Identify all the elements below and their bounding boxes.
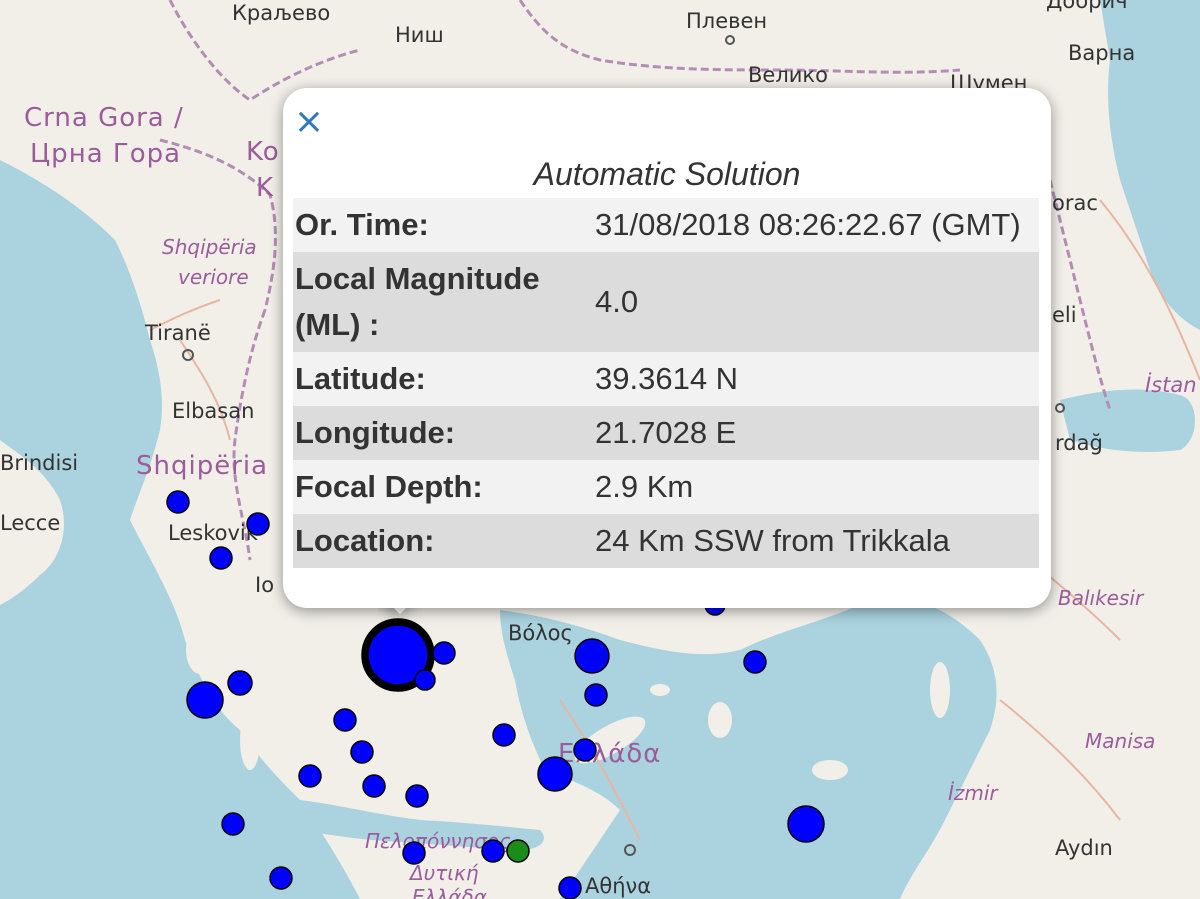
event-marker[interactable] bbox=[432, 641, 456, 665]
city-label: Велико bbox=[748, 63, 828, 87]
island bbox=[708, 702, 732, 738]
other-event-marker[interactable] bbox=[506, 839, 530, 863]
event-marker[interactable] bbox=[350, 740, 374, 764]
table-row: Location: 24 Km SSW from Trikkala bbox=[293, 514, 1039, 568]
popup-title: Automatic Solution bbox=[533, 156, 801, 192]
event-marker[interactable] bbox=[537, 756, 573, 792]
event-marker[interactable] bbox=[787, 805, 825, 843]
region-label: Manisa bbox=[1085, 729, 1155, 753]
city-label: Leskovik bbox=[168, 521, 259, 545]
event-marker[interactable] bbox=[298, 764, 322, 788]
row-key: Focal Depth: bbox=[295, 469, 483, 504]
city-label: Ниш bbox=[395, 23, 444, 47]
city-label: Αθήνα bbox=[585, 874, 651, 898]
country-label: Ελλάδα bbox=[558, 739, 661, 769]
region-label: veriore bbox=[178, 265, 249, 289]
region-label: Ελλάδα bbox=[412, 885, 487, 899]
city-label: İstan bbox=[1145, 372, 1197, 397]
row-key: Or. Time: bbox=[295, 207, 429, 242]
event-marker[interactable] bbox=[558, 876, 582, 899]
table-row: Or. Time: 31/08/2018 08:26:22.67 (GMT) bbox=[293, 198, 1039, 252]
table-row: Latitude: 39.3614 N bbox=[293, 352, 1039, 406]
city-label: Варна bbox=[1068, 41, 1135, 65]
city-label: Tiranë bbox=[144, 321, 211, 345]
row-value: 31/08/2018 08:26:22.67 (GMT) bbox=[595, 207, 1021, 242]
row-value: 4.0 bbox=[595, 284, 639, 319]
city-label: Aydın bbox=[1055, 836, 1113, 860]
event-marker[interactable] bbox=[584, 683, 608, 707]
close-icon[interactable]: × bbox=[291, 104, 327, 140]
event-marker[interactable] bbox=[227, 670, 253, 696]
row-value: 2.9 Km bbox=[595, 469, 694, 504]
event-marker[interactable] bbox=[362, 774, 386, 798]
event-marker[interactable] bbox=[414, 669, 436, 691]
event-marker[interactable] bbox=[246, 512, 270, 536]
table-row: Longitude: 21.7028 E bbox=[293, 406, 1039, 460]
event-marker[interactable] bbox=[269, 866, 293, 890]
event-popup: × Automatic Solution Or. Time: 31/08/201… bbox=[283, 88, 1051, 608]
table-row: Local Magnitude (ML) : 4.0 bbox=[293, 252, 1039, 352]
city-label: Brindisi bbox=[0, 451, 78, 475]
city-label: eli bbox=[1052, 303, 1077, 327]
region-label: İzmir bbox=[948, 781, 999, 805]
city-label: Lecce bbox=[0, 511, 60, 535]
country-label: Ko bbox=[246, 137, 280, 167]
city-label: Добрич bbox=[1046, 0, 1128, 13]
row-key: Local Magnitude (ML) : bbox=[295, 261, 540, 342]
country-label: Crna Gora / bbox=[24, 103, 184, 133]
row-value: 24 Km SSW from Trikkala bbox=[595, 523, 950, 558]
city-label: Βόλος bbox=[508, 621, 573, 645]
event-marker[interactable] bbox=[574, 638, 610, 674]
table-row: Focal Depth: 2.9 Km bbox=[293, 460, 1039, 514]
event-marker[interactable] bbox=[221, 812, 245, 836]
event-marker[interactable] bbox=[573, 738, 597, 762]
event-marker[interactable] bbox=[492, 723, 516, 747]
island bbox=[812, 760, 848, 780]
event-marker[interactable] bbox=[333, 708, 357, 732]
city-label: orac bbox=[1052, 191, 1098, 215]
event-marker[interactable] bbox=[481, 839, 505, 863]
island-corfu bbox=[186, 626, 214, 674]
region-label: Shqipëria bbox=[162, 235, 257, 259]
country-label: Црна Гора bbox=[30, 139, 181, 169]
row-key: Location: bbox=[295, 523, 435, 558]
event-marker[interactable] bbox=[402, 841, 426, 865]
row-value: 39.3614 N bbox=[595, 361, 739, 396]
event-marker[interactable] bbox=[186, 681, 224, 719]
country-label: K bbox=[256, 173, 274, 203]
city-label: Плевен bbox=[686, 9, 767, 33]
city-label: Elbasan bbox=[172, 399, 254, 423]
region-label: Δυτική bbox=[408, 861, 479, 885]
city-label: Io bbox=[255, 573, 274, 597]
event-marker[interactable] bbox=[405, 784, 429, 808]
region-label: Balıkesir bbox=[1058, 586, 1145, 610]
row-key: Longitude: bbox=[295, 415, 456, 450]
island bbox=[930, 662, 950, 718]
row-key: Latitude: bbox=[295, 361, 426, 396]
row-value: 21.7028 E bbox=[595, 415, 737, 450]
city-label: Краљево bbox=[232, 1, 330, 25]
city-label: rdağ bbox=[1055, 431, 1103, 455]
event-marker[interactable] bbox=[209, 546, 233, 570]
event-info-table: Or. Time: 31/08/2018 08:26:22.67 (GMT) L… bbox=[293, 198, 1039, 568]
island bbox=[650, 684, 670, 696]
country-label: Shqipëria bbox=[136, 451, 268, 481]
island-lefkada bbox=[240, 710, 260, 770]
event-marker[interactable] bbox=[743, 650, 767, 674]
event-marker[interactable] bbox=[166, 490, 190, 514]
